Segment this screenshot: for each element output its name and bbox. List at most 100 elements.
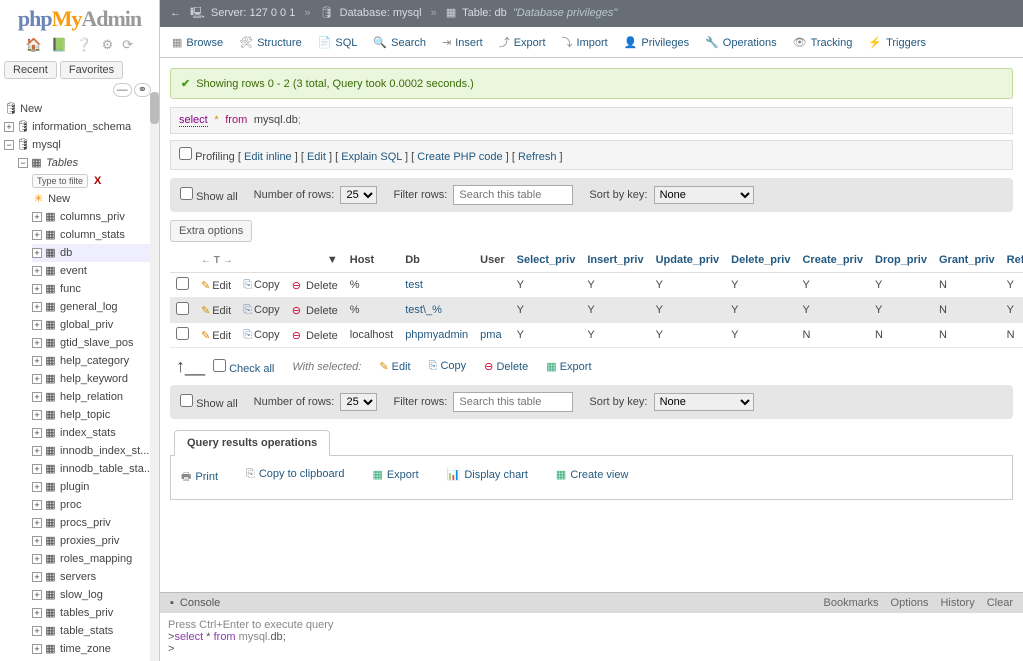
- op-export[interactable]: ▦Export: [372, 468, 418, 487]
- new-db[interactable]: 🛢 New: [4, 100, 159, 118]
- crumb-database[interactable]: Database: mysql: [340, 7, 422, 19]
- logout-icon[interactable]: 📗: [51, 37, 67, 52]
- selected-copy[interactable]: ⎘ Copy: [429, 360, 467, 373]
- table-innodb_table_sta-[interactable]: +▦ innodb_table_sta...: [32, 460, 159, 478]
- table-global_priv[interactable]: +▦ global_priv: [32, 316, 159, 334]
- db-information-schema[interactable]: +🛢 information_schema: [4, 118, 159, 136]
- show-all-checkbox-bottom[interactable]: [180, 394, 193, 407]
- console-title[interactable]: Console: [180, 597, 812, 609]
- collapse-nav-icon[interactable]: ←: [170, 7, 181, 19]
- row-copy[interactable]: ⎘Copy: [237, 323, 286, 348]
- row-edit[interactable]: ✎Edit: [195, 298, 237, 323]
- tab-triggers[interactable]: ⚡Triggers: [860, 29, 934, 56]
- row-delete[interactable]: ⊖ Delete: [286, 273, 344, 298]
- link-icon[interactable]: ⚭: [134, 83, 151, 97]
- rows-select-bottom[interactable]: 25: [340, 393, 377, 411]
- table-innodb_index_st-[interactable]: +▦ innodb_index_st...: [32, 442, 159, 460]
- col-drop_priv[interactable]: Drop_priv: [869, 248, 933, 273]
- console-body[interactable]: Press Ctrl+Enter to execute query >selec…: [160, 613, 1023, 661]
- table-help_keyword[interactable]: +▦ help_keyword: [32, 370, 159, 388]
- sql-icon[interactable]: ⚙: [102, 37, 114, 52]
- row-checkbox[interactable]: [176, 327, 189, 340]
- table-help_topic[interactable]: +▦ help_topic: [32, 406, 159, 424]
- filter-input[interactable]: [453, 185, 573, 205]
- new-table[interactable]: ✳ New: [32, 190, 159, 208]
- create-php-link[interactable]: Create PHP code: [417, 151, 502, 163]
- db-mysql[interactable]: −🛢 mysql: [4, 136, 159, 154]
- tab-insert[interactable]: ⇥Insert: [434, 29, 491, 56]
- col-referenc[interactable]: Referenc: [1001, 248, 1023, 273]
- console-toggle-icon[interactable]: ▪: [170, 597, 174, 609]
- row-edit[interactable]: ✎Edit: [195, 323, 237, 348]
- console-history[interactable]: History: [940, 597, 974, 609]
- docs-icon[interactable]: ❔: [76, 37, 92, 52]
- console-bookmarks[interactable]: Bookmarks: [824, 597, 879, 609]
- table-plugin[interactable]: +▦ plugin: [32, 478, 159, 496]
- table-help_category[interactable]: +▦ help_category: [32, 352, 159, 370]
- table-proxies_priv[interactable]: +▦ proxies_priv: [32, 532, 159, 550]
- refresh-link[interactable]: Refresh: [518, 151, 557, 163]
- op-create-view[interactable]: ▦Create view: [556, 468, 628, 487]
- tab-search[interactable]: 🔍Search: [365, 29, 434, 56]
- table-procs_priv[interactable]: +▦ procs_priv: [32, 514, 159, 532]
- crumb-server[interactable]: Server: 127 0 0 1: [211, 7, 295, 19]
- table-table_stats[interactable]: +▦ table_stats: [32, 622, 159, 640]
- col-grant_priv[interactable]: Grant_priv: [933, 248, 1001, 273]
- home-icon[interactable]: 🏠: [26, 37, 42, 52]
- rows-select[interactable]: 25: [340, 186, 377, 204]
- tab-privileges[interactable]: 👤Privileges: [616, 29, 697, 56]
- selected-edit[interactable]: ✎ Edit: [379, 360, 410, 373]
- table-db[interactable]: +▦ db: [32, 244, 159, 262]
- col-db[interactable]: Db: [399, 248, 474, 273]
- logo[interactable]: phpMyAdmin: [0, 0, 159, 34]
- table-filter-clear[interactable]: X: [94, 175, 101, 187]
- profiling-checkbox[interactable]: [179, 147, 192, 160]
- row-edit[interactable]: ✎Edit: [195, 273, 237, 298]
- filter-input-bottom[interactable]: [453, 392, 573, 412]
- op-chart[interactable]: 📊Display chart: [447, 468, 528, 487]
- reload-icon[interactable]: ⟳: [122, 37, 133, 52]
- recent-tab[interactable]: Recent: [4, 61, 57, 79]
- col-delete_priv[interactable]: Delete_priv: [725, 248, 796, 273]
- col-select_priv[interactable]: Select_priv: [511, 248, 582, 273]
- tab-export[interactable]: ⤴Export: [491, 27, 554, 57]
- col-user[interactable]: User: [474, 248, 510, 273]
- crumb-table[interactable]: Table: db: [462, 7, 507, 19]
- row-copy[interactable]: ⎘Copy: [237, 273, 286, 298]
- col-insert_priv[interactable]: Insert_priv: [581, 248, 649, 273]
- table-slow_log[interactable]: +▦ slow_log: [32, 586, 159, 604]
- tab-import[interactable]: ⤵Import: [554, 27, 616, 57]
- op-print[interactable]: 🖶Print: [181, 468, 218, 487]
- console-clear[interactable]: Clear: [987, 597, 1013, 609]
- table-roles_mapping[interactable]: +▦ roles_mapping: [32, 550, 159, 568]
- table-column_stats[interactable]: +▦ column_stats: [32, 226, 159, 244]
- tab-operations[interactable]: 🔧Operations: [697, 29, 785, 56]
- table-servers[interactable]: +▦ servers: [32, 568, 159, 586]
- nav-scrollbar[interactable]: [150, 92, 159, 661]
- tab-browse[interactable]: ▦Browse: [164, 29, 231, 56]
- sort-key-select[interactable]: None: [654, 186, 754, 204]
- table-gtid_slave_pos[interactable]: +▦ gtid_slave_pos: [32, 334, 159, 352]
- table-time_zone[interactable]: +▦ time_zone: [32, 640, 159, 658]
- row-delete[interactable]: ⊖ Delete: [286, 323, 344, 348]
- table-general_log[interactable]: +▦ general_log: [32, 298, 159, 316]
- table-filter-input[interactable]: Type to filte: [32, 174, 88, 188]
- row-delete[interactable]: ⊖ Delete: [286, 298, 344, 323]
- op-copy-clipboard[interactable]: ⎘Copy to clipboard: [246, 468, 344, 487]
- tab-tracking[interactable]: 👁Tracking: [785, 29, 861, 56]
- sort-key-select-bottom[interactable]: None: [654, 393, 754, 411]
- selected-export[interactable]: ▦ Export: [546, 360, 591, 373]
- edit-link[interactable]: Edit: [307, 151, 326, 163]
- table-columns_priv[interactable]: +▦ columns_priv: [32, 208, 159, 226]
- tab-structure[interactable]: 🛠Structure: [231, 29, 310, 56]
- tab-sql[interactable]: 📄SQL: [310, 29, 366, 56]
- row-checkbox[interactable]: [176, 302, 189, 315]
- collapse-icon[interactable]: —: [113, 83, 132, 97]
- col-host[interactable]: Host: [344, 248, 399, 273]
- table-index_stats[interactable]: +▦ index_stats: [32, 424, 159, 442]
- table-help_relation[interactable]: +▦ help_relation: [32, 388, 159, 406]
- table-func[interactable]: +▦ func: [32, 280, 159, 298]
- col-update_priv[interactable]: Update_priv: [650, 248, 726, 273]
- table-proc[interactable]: +▦ proc: [32, 496, 159, 514]
- favorites-tab[interactable]: Favorites: [60, 61, 123, 79]
